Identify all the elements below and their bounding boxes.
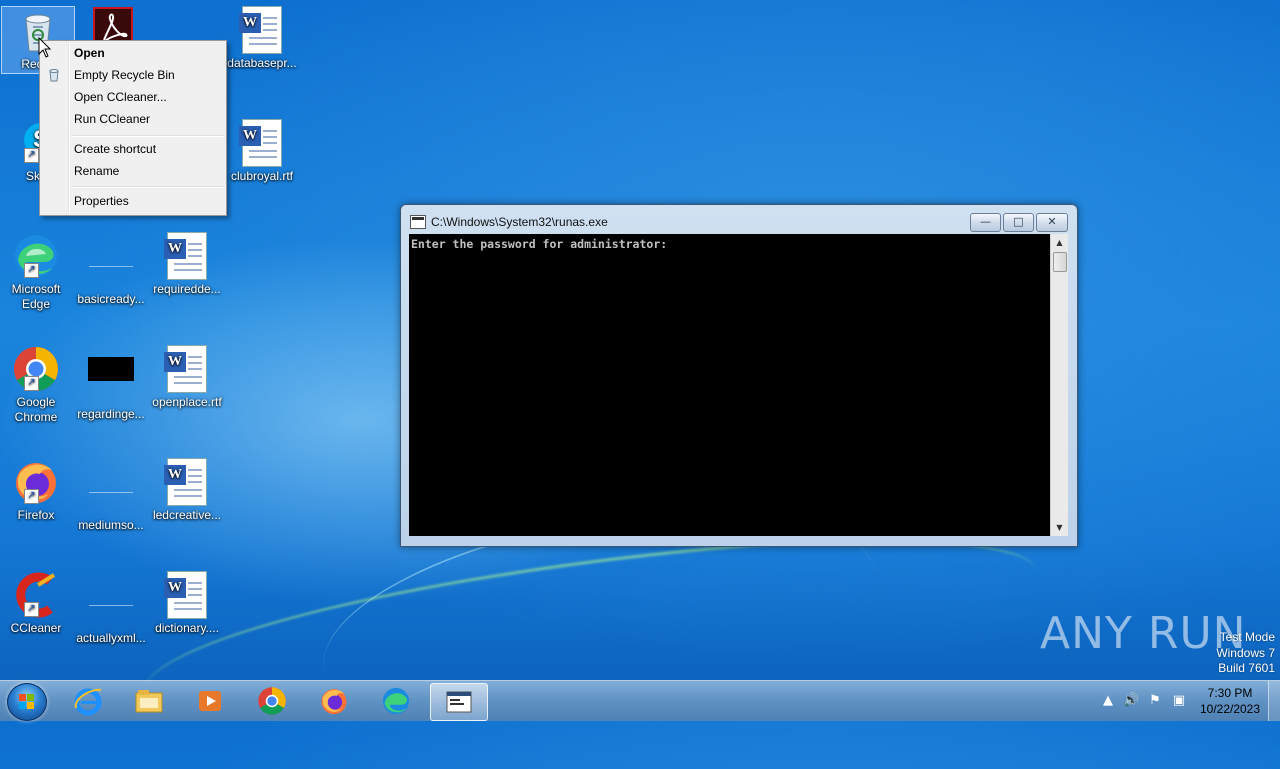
taskbar-chrome[interactable]: [244, 683, 300, 719]
minimize-button[interactable]: —: [970, 213, 1001, 232]
desktop-icon-file[interactable]: W requiredde...: [151, 232, 223, 297]
desktop-icon-label: basicready...: [77, 292, 145, 306]
desktop-icon-label: Google Chrome: [14, 395, 58, 424]
context-menu: Open Empty Recycle Bin Open CCleaner... …: [39, 40, 227, 216]
build-text: Build 7601: [1218, 661, 1275, 675]
menu-separator: [71, 186, 224, 188]
recycle-bin-icon: [47, 68, 61, 82]
taskbar-media-player[interactable]: [182, 683, 238, 719]
desktop-icon-file[interactable]: W databasepr...: [226, 6, 298, 71]
desktop-icon-file[interactable]: W ledcreative...: [151, 458, 223, 523]
show-desktop-button[interactable]: [1268, 681, 1280, 721]
blank-file-icon: [87, 468, 135, 516]
desktop-icon-label: openplace.rtf: [152, 395, 222, 409]
word-document-icon: W: [238, 119, 286, 167]
desktop-icon-label: clubroyal.rtf: [230, 169, 294, 183]
console-screen[interactable]: Enter the password for administrator:: [409, 234, 1050, 536]
edge-icon: [381, 686, 411, 716]
clock[interactable]: 7:30 PM 10/22/2023: [1195, 685, 1265, 717]
word-document-icon: W: [163, 345, 211, 393]
console-output: Enter the password for administrator:: [411, 237, 668, 251]
firefox-icon: ↗: [12, 458, 60, 506]
taskbar-explorer[interactable]: [121, 683, 177, 719]
chrome-icon: ↗: [12, 345, 60, 393]
desktop-icon-file[interactable]: W dictionary....: [151, 571, 223, 636]
edge-icon: ↗: [12, 232, 60, 280]
console-window[interactable]: C:\Windows\System32\runas.exe — □ ✕ Ente…: [400, 204, 1078, 547]
show-hidden-icons-icon[interactable]: ▲: [1100, 693, 1116, 709]
maximize-button[interactable]: □: [1003, 213, 1034, 232]
desktop-icon-label: CCleaner: [10, 621, 62, 635]
volume-icon[interactable]: 🔊: [1123, 693, 1139, 709]
windows-version-text: Windows 7: [1216, 645, 1275, 660]
clock-time: 7:30 PM: [1207, 686, 1253, 700]
system-info: Test Mode Windows 7 Build 7601: [1180, 630, 1275, 677]
taskbar-firefox[interactable]: [306, 683, 362, 719]
mouse-cursor-icon: [38, 36, 52, 59]
console-icon: [444, 687, 474, 717]
menu-item-empty-recycle-bin[interactable]: Empty Recycle Bin: [74, 65, 175, 85]
media-player-icon: [195, 686, 225, 716]
blank-file-icon: [87, 581, 135, 629]
desktop-icon-file[interactable]: W clubroyal.rtf: [226, 119, 298, 184]
chrome-icon: [257, 686, 287, 716]
folder-icon: [134, 686, 164, 716]
desktop-icon-edge[interactable]: ↗ Microsoft Edge: [0, 232, 72, 312]
menu-separator: [71, 135, 224, 137]
desktop-icon-file[interactable]: mediumso...: [75, 458, 147, 533]
start-button[interactable]: [7, 683, 47, 721]
word-document-icon: W: [163, 458, 211, 506]
console-title: C:\Windows\System32\runas.exe: [431, 215, 608, 229]
desktop-icon-file[interactable]: W openplace.rtf: [151, 345, 223, 410]
blank-file-icon: [87, 242, 135, 290]
desktop-icon-label: actuallyxml...: [76, 631, 146, 645]
menu-item-create-shortcut[interactable]: Create shortcut: [74, 139, 156, 159]
scroll-up-icon[interactable]: ▲: [1051, 234, 1068, 251]
action-center-flag-icon[interactable]: ⚑: [1147, 693, 1163, 709]
black-image-icon: [87, 357, 135, 405]
word-document-icon: W: [163, 232, 211, 280]
word-document-icon: W: [163, 571, 211, 619]
taskbar-ie[interactable]: [60, 683, 116, 719]
scroll-down-icon[interactable]: ▼: [1051, 519, 1068, 536]
desktop-icon-firefox[interactable]: ↗ Firefox: [0, 458, 72, 523]
word-document-icon: W: [238, 6, 286, 54]
windows-flag-icon: [19, 694, 35, 710]
desktop-icon-ccleaner[interactable]: ↗ CCleaner: [0, 571, 72, 636]
firefox-icon: [319, 686, 349, 716]
menu-item-open[interactable]: Open: [74, 43, 105, 63]
menu-item-run-ccleaner[interactable]: Run CCleaner: [74, 109, 150, 129]
desktop-icon-file[interactable]: basicready...: [75, 232, 147, 307]
menu-item-open-ccleaner[interactable]: Open CCleaner...: [74, 87, 167, 107]
desktop-icon-file[interactable]: regardinge...: [75, 345, 147, 422]
close-button[interactable]: ✕: [1036, 213, 1068, 232]
taskbar-runas[interactable]: [430, 683, 488, 721]
ie-icon: [73, 686, 103, 716]
desktop-icon-label: requiredde...: [153, 282, 221, 296]
desktop-icon-label: databasepr...: [227, 56, 297, 70]
desktop-icon-file[interactable]: actuallyxml...: [75, 571, 147, 646]
taskbar-edge[interactable]: [368, 683, 424, 719]
desktop-icon-label: Microsoft Edge: [11, 282, 61, 311]
network-icon[interactable]: ▣: [1171, 693, 1187, 709]
console-titlebar[interactable]: C:\Windows\System32\runas.exe — □ ✕: [401, 205, 1077, 235]
menu-item-rename[interactable]: Rename: [74, 161, 119, 181]
desktop-icon-label: dictionary....: [155, 621, 219, 635]
desktop-icon-label: regardinge...: [77, 407, 145, 421]
console-icon: [410, 215, 426, 229]
desktop-icon-label: mediumso...: [78, 518, 144, 532]
test-mode-text: Test Mode: [1219, 630, 1275, 644]
menu-gutter: [68, 43, 70, 213]
menu-item-properties[interactable]: Properties: [74, 191, 129, 211]
ccleaner-icon: ↗: [12, 571, 60, 619]
clock-date: 10/22/2023: [1199, 702, 1261, 716]
console-scrollbar[interactable]: ▲ ▼: [1050, 234, 1068, 536]
taskbar: ▲ 🔊 ⚑ ▣ 7:30 PM 10/22/2023: [0, 680, 1280, 721]
desktop-icon-label: ledcreative...: [152, 508, 222, 522]
scroll-thumb[interactable]: [1053, 252, 1067, 272]
desktop-icon-chrome[interactable]: ↗ Google Chrome: [0, 345, 72, 425]
desktop-icon-label: Firefox: [17, 508, 55, 522]
